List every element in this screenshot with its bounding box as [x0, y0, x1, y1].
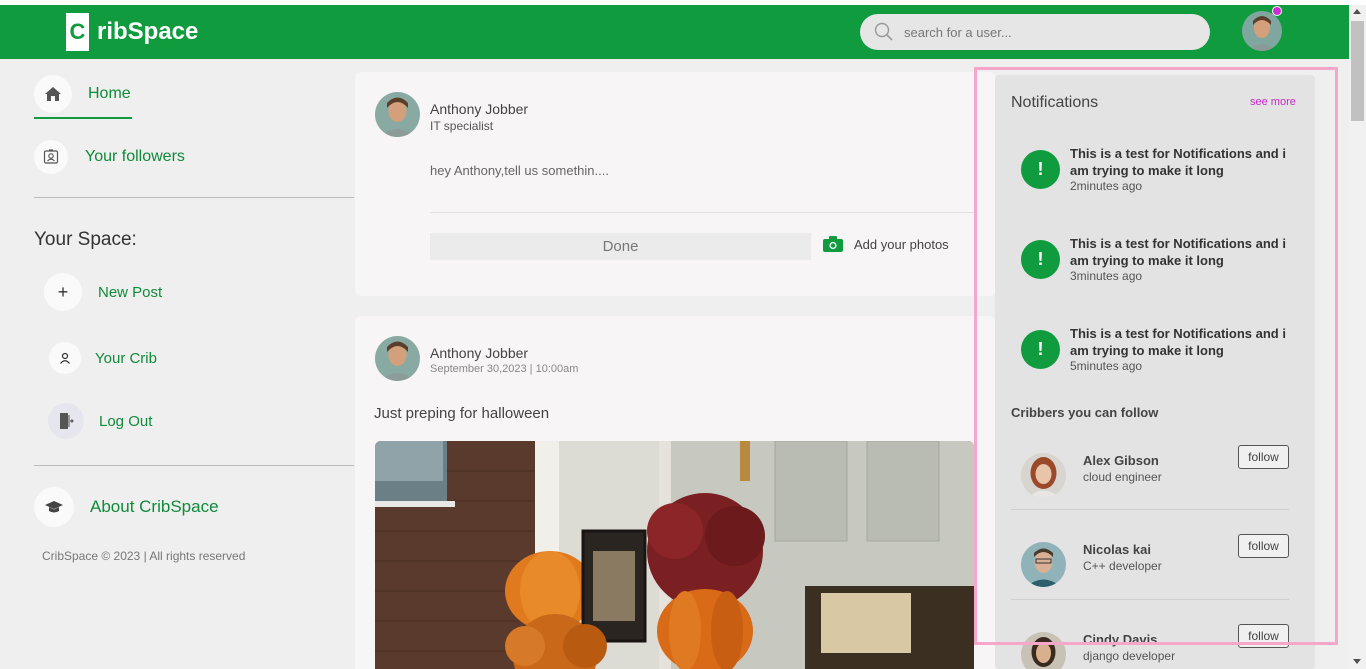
- search-icon: [874, 22, 893, 41]
- your-space-heading: Your Space:: [34, 229, 137, 250]
- logout-label: Log Out: [99, 412, 153, 430]
- add-photos-label: Add your photos: [854, 236, 949, 252]
- logout-button[interactable]: Log Out: [48, 403, 152, 439]
- new-post-label: New Post: [98, 283, 163, 301]
- sidebar-divider: [34, 465, 354, 466]
- camera-icon: [823, 236, 843, 252]
- scroll-thumb[interactable]: [1351, 21, 1364, 121]
- search-bar[interactable]: [860, 14, 1210, 50]
- scroll-down-arrow-icon[interactable]: [1353, 659, 1361, 664]
- about-cribspace-link[interactable]: About CribSpace: [34, 487, 219, 527]
- post-date: September 30,2023 | 10:00am: [430, 363, 579, 375]
- logo[interactable]: C ribSpace: [66, 13, 198, 51]
- logout-icon: [48, 403, 84, 439]
- home-active-underline: [34, 117, 132, 119]
- sidebar-divider: [34, 197, 354, 198]
- highlight-frame: [974, 67, 1338, 645]
- add-photos-button[interactable]: Add your photos: [823, 236, 949, 252]
- search-input[interactable]: [904, 24, 1194, 40]
- new-post-button[interactable]: + New Post: [44, 273, 162, 311]
- your-crib-label: Your Crib: [95, 349, 157, 367]
- post-card: Anthony Jobber September 30,2023 | 10:00…: [355, 316, 995, 669]
- logo-text: ribSpace: [97, 18, 199, 45]
- composer-divider: [430, 212, 975, 213]
- done-button[interactable]: Done: [430, 233, 811, 260]
- nav-home-label: Home: [88, 85, 131, 102]
- home-icon: [34, 75, 72, 113]
- post-photo[interactable]: [375, 441, 974, 669]
- left-sidebar: Home Your followers Your Space: + New Po…: [0, 59, 355, 669]
- composer-prompt[interactable]: hey Anthony,tell us somethin....: [430, 163, 609, 178]
- about-label: About CribSpace: [90, 497, 219, 516]
- post-author-name: Anthony Jobber: [430, 345, 529, 361]
- avatar[interactable]: [375, 336, 420, 381]
- notification-dot: [1272, 6, 1282, 16]
- nav-followers[interactable]: Your followers: [34, 140, 185, 174]
- composer-user-name: Anthony Jobber: [430, 101, 529, 117]
- contact-card-icon: [34, 140, 68, 174]
- top-bar: C ribSpace: [0, 5, 1349, 59]
- logo-letter: C: [66, 13, 89, 51]
- cribber-job: django developer: [1083, 649, 1176, 663]
- copyright-text: CribSpace © 2023 | All rights reserved: [42, 549, 246, 563]
- nav-followers-label: Your followers: [85, 148, 185, 165]
- nav-home[interactable]: Home: [34, 75, 131, 113]
- post-text: Just preping for halloween: [374, 405, 550, 422]
- avatar[interactable]: [375, 92, 420, 137]
- page-scrollbar[interactable]: [1349, 5, 1366, 669]
- scroll-up-arrow-icon[interactable]: [1353, 9, 1361, 14]
- graduation-cap-icon: [34, 487, 74, 527]
- your-crib-button[interactable]: Your Crib: [49, 342, 157, 374]
- post-composer: Anthony Jobber IT specialist hey Anthony…: [355, 72, 995, 296]
- user-icon: [49, 342, 81, 374]
- composer-user-title: IT specialist: [430, 119, 494, 133]
- profile-avatar[interactable]: [1242, 11, 1282, 51]
- plus-icon: +: [44, 273, 82, 311]
